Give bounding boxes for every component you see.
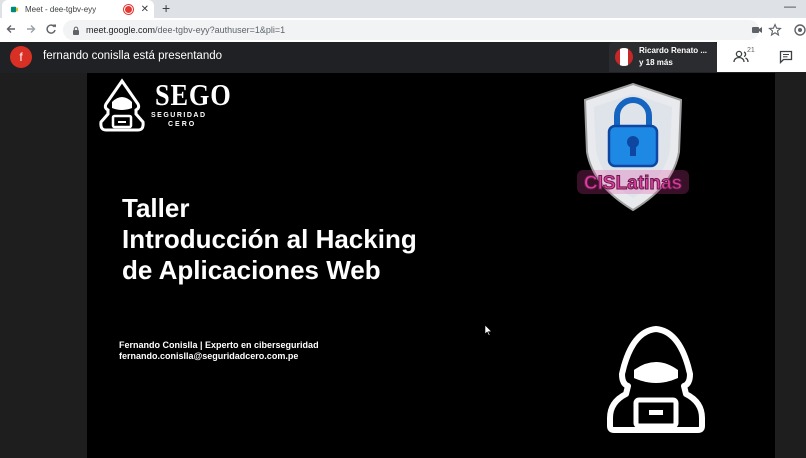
author-line: Fernando Conislla | Experto en cibersegu… [119,340,319,350]
author-email: fernando.conislla@seguridadcero.com.pe [119,351,299,361]
presenter-avatar: f [10,46,32,68]
sego-logo-text: SEGO [155,77,232,112]
participant-more: y 18 más [639,58,673,67]
slide-title-line-1: Taller [122,193,190,223]
extension-icon[interactable] [793,23,806,37]
tab-title: Meet - dee-tgbv-eyy [25,4,97,14]
camera-icon[interactable] [750,23,764,37]
meet-controls-panel: 21 [717,42,806,72]
chat-icon[interactable] [779,50,793,64]
slide-title-line-2: Introducción al Hacking [122,224,417,254]
url-host: meet.google.com [86,25,156,35]
slide-author-block: Fernando Conislla | Experto en cibersegu… [119,340,319,362]
presenting-label: fernando conislla está presentando [43,50,223,62]
browser-toolbar: meet.google.com/dee-tgbv-eyy?authuser=1&… [0,18,806,42]
mouse-cursor-icon [485,325,493,336]
minimize-button[interactable]: — [784,0,796,13]
people-count: 21 [747,47,755,54]
hacker-icon [607,326,705,433]
address-bar[interactable]: meet.google.com/dee-tgbv-eyy?authuser=1&… [63,20,759,40]
hacker-logo-icon [99,78,145,132]
sego-logo-sub2: CERO [168,121,197,128]
participant-name: Ricardo Renato ... [639,46,708,55]
slide-title-line-3: de Aplicaciones Web [122,255,381,285]
lock-icon [73,26,79,35]
sego-logo-sub1: SEGURIDAD [151,112,207,119]
bookmark-star-icon[interactable] [768,23,782,37]
cislatinas-shield-logo: CISLatinas [577,82,689,212]
cis-logo-text: CISLatinas [584,173,682,194]
tab-close-icon[interactable]: ✕ [141,4,149,15]
new-tab-button[interactable]: + [162,0,170,18]
participant-avatar [615,48,633,66]
slide-title: Taller Introducción al Hacking de Aplica… [122,193,417,286]
recording-indicator-icon [123,4,133,14]
browser-tab-strip: Meet - dee-tgbv-eyy ✕ + — [0,0,806,18]
back-arrow-icon[interactable] [5,23,17,35]
browser-tab[interactable]: Meet - dee-tgbv-eyy ✕ [2,0,154,18]
forward-arrow-icon[interactable] [25,23,37,35]
url-path: /dee-tgbv-eyy?authuser=1&pli=1 [155,25,286,35]
meet-favicon-icon [10,6,19,12]
reload-icon[interactable] [45,23,57,35]
participant-chip[interactable]: Ricardo Renato ... y 18 más [609,42,717,72]
